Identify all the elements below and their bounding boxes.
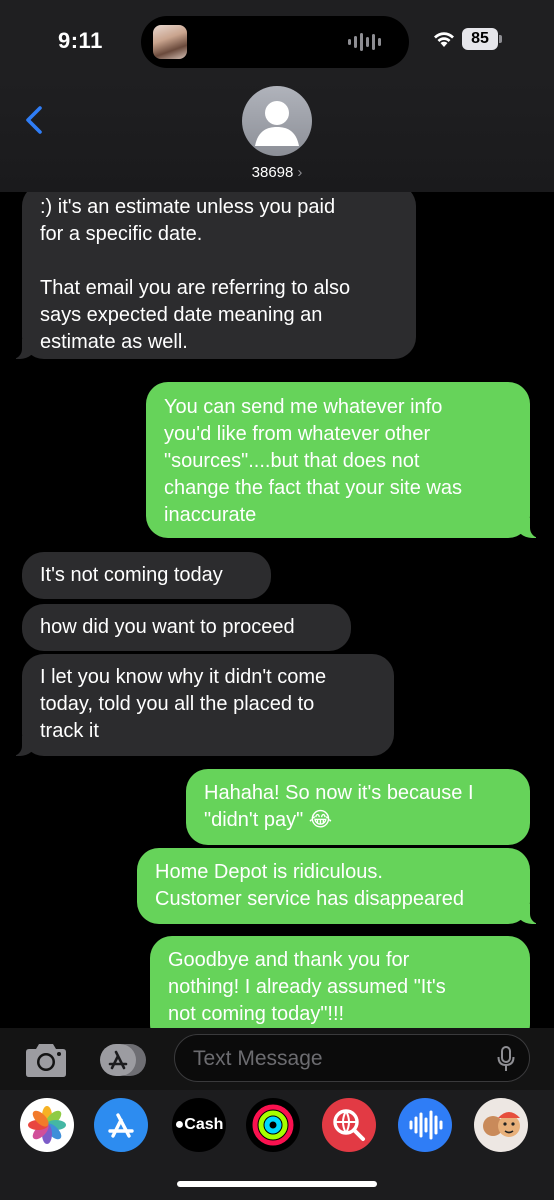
cash-icon[interactable]: ●Cash xyxy=(172,1098,226,1152)
web-search-icon[interactable] xyxy=(322,1098,376,1152)
battery-indicator: 85 xyxy=(462,28,498,50)
contact-name-label: 38698 xyxy=(251,164,294,181)
message-line: for a specific date. xyxy=(40,223,203,245)
message-line: nothing! I already assumed "It's xyxy=(168,976,446,998)
audio-wave-icon xyxy=(348,32,381,52)
message-bubble-outgoing[interactable]: Home Depot is ridiculous. Customer servi… xyxy=(137,848,540,924)
message-line: how did you want to proceed xyxy=(40,616,295,638)
message-line: I let you know why it didn't come xyxy=(40,666,327,688)
message-line: not coming today"!!! xyxy=(168,1003,345,1025)
message-line xyxy=(40,248,398,275)
message-line: "didn't pay" 😂 xyxy=(204,809,333,831)
message-line: "sources"....but that does not xyxy=(164,450,420,472)
battery-nub xyxy=(499,35,502,43)
cash-label: Cash xyxy=(184,1116,224,1133)
compose-bar xyxy=(0,1028,554,1090)
message-bubble-outgoing[interactable]: Goodbye and thank you for nothing! I alr… xyxy=(150,936,530,1028)
message-line: Customer service has disappeared xyxy=(155,888,465,910)
chevron-right-icon: › xyxy=(297,164,303,181)
message-bubble-incoming[interactable]: It's not coming today xyxy=(22,552,271,599)
home-indicator[interactable] xyxy=(177,1181,377,1187)
memoji-icon[interactable] xyxy=(474,1098,528,1152)
message-bubble-incoming[interactable]: I let you know why it didn't come today,… xyxy=(12,654,394,756)
message-line: change the fact that your site was xyxy=(164,477,462,499)
microphone-icon[interactable] xyxy=(497,1046,515,1072)
wifi-icon xyxy=(434,32,454,47)
clock: 9:11 xyxy=(58,28,103,53)
back-chevron-icon[interactable] xyxy=(18,102,54,138)
message-line: track it xyxy=(40,720,99,742)
message-bubble-outgoing[interactable]: Hahaha! So now it's because I "didn't pa… xyxy=(186,769,530,845)
photos-icon[interactable] xyxy=(20,1098,74,1152)
camera-icon[interactable] xyxy=(22,1040,70,1080)
fitness-icon[interactable] xyxy=(246,1098,300,1152)
message-bubble-outgoing[interactable]: You can send me whatever info you'd like… xyxy=(146,382,540,538)
now-playing-avatar xyxy=(153,25,187,59)
app-store-icon[interactable] xyxy=(98,1042,148,1078)
message-line: It's not coming today xyxy=(40,564,223,586)
person-icon xyxy=(255,101,299,146)
message-line: you'd like from whatever other xyxy=(164,423,431,445)
message-bubble-incoming[interactable]: :) it's an estimate unless you paid for … xyxy=(12,192,416,359)
status-bar: 9:11 85 xyxy=(0,0,554,80)
message-line: today, told you all the placed to xyxy=(40,693,315,715)
message-input[interactable] xyxy=(191,1035,485,1082)
message-line: Home Depot is ridiculous. xyxy=(155,861,383,883)
message-line: says expected date meaning an xyxy=(40,304,323,326)
message-line: You can send me whatever info xyxy=(164,396,443,418)
message-line: inaccurate xyxy=(164,504,257,526)
message-thread[interactable]: :) it's an estimate unless you paid for … xyxy=(0,192,554,1028)
contact-name[interactable]: 38698 › xyxy=(0,164,554,181)
message-line: That email you are referring to also xyxy=(40,277,351,299)
message-line: Hahaha! So now it's because I xyxy=(204,782,474,804)
dynamic-island[interactable] xyxy=(141,16,409,68)
message-bubble-incoming[interactable]: how did you want to proceed xyxy=(22,604,351,651)
contact-avatar[interactable] xyxy=(242,86,312,156)
message-line: Goodbye and thank you for xyxy=(168,949,410,971)
conversation-header: 38698 › xyxy=(0,80,554,192)
apple-logo-icon: ● xyxy=(174,1116,185,1133)
message-line: :) it's an estimate unless you paid xyxy=(40,196,336,218)
app-store-icon[interactable] xyxy=(94,1098,148,1152)
audio-message-icon[interactable] xyxy=(398,1098,452,1152)
message-text-field[interactable] xyxy=(174,1034,530,1082)
message-line: estimate as well. xyxy=(40,331,188,353)
